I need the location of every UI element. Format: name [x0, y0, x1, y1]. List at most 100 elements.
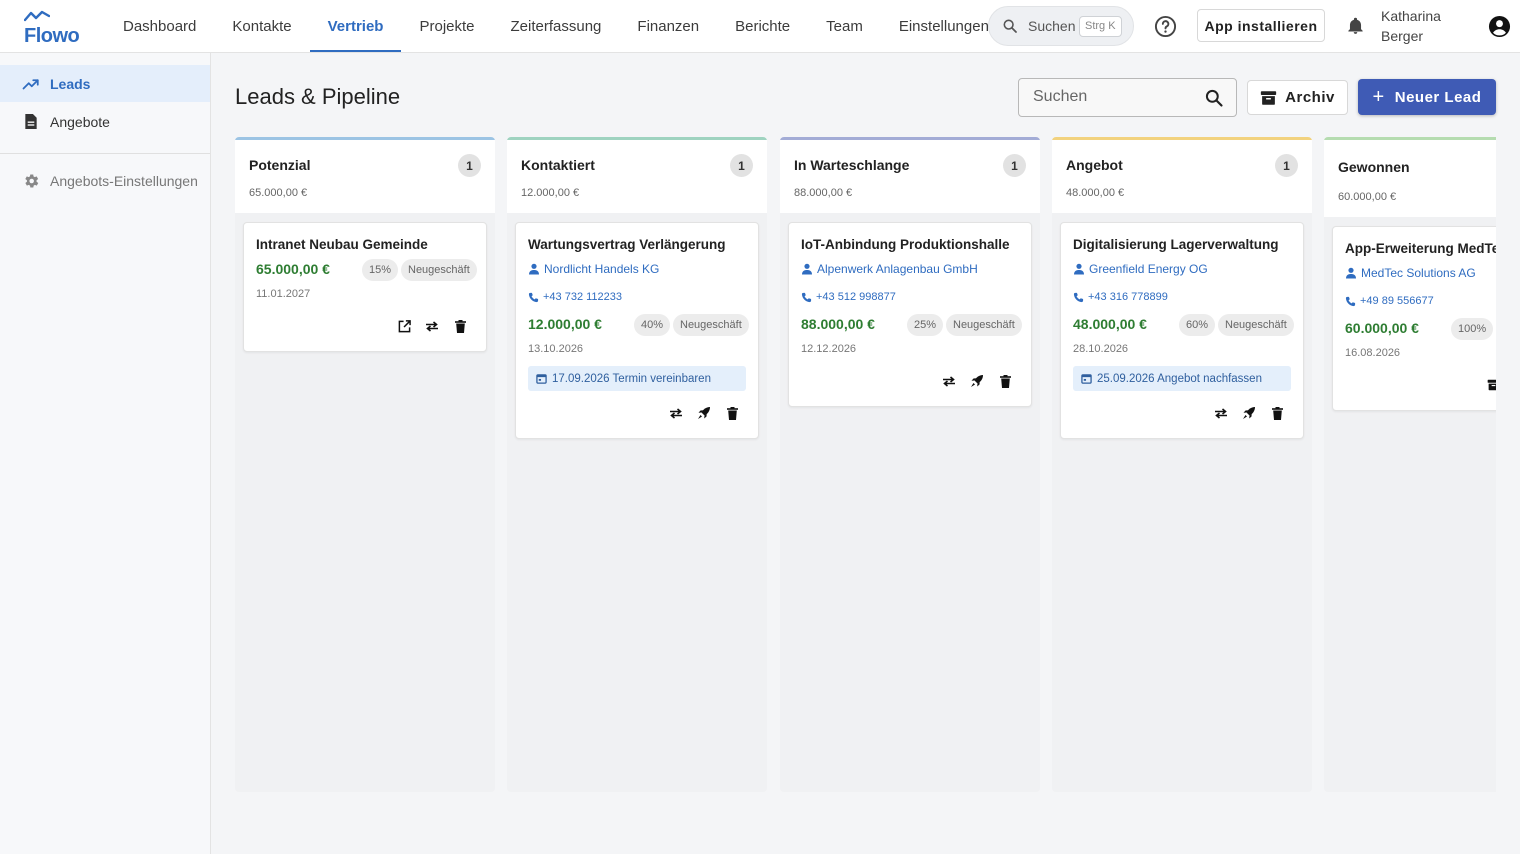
lead-search-field[interactable]	[1018, 78, 1237, 117]
column-title: Gewonnen	[1338, 159, 1410, 175]
user-last-name: Berger	[1381, 28, 1424, 44]
lead-search-input[interactable]	[1033, 88, 1193, 106]
nav-berichte[interactable]: Berichte	[717, 0, 808, 52]
lead-contact-link[interactable]: Alpenwerk Anlagenbau GmbH	[801, 262, 978, 276]
lead-title: App-Erweiterung MedTec	[1345, 241, 1496, 256]
calendar-icon	[1081, 374, 1092, 384]
sidebar-item-angebote[interactable]: Angebote	[0, 103, 210, 140]
help-circle-icon[interactable]	[1154, 15, 1177, 38]
lead-phone-number: +49 89 556677	[1360, 295, 1434, 307]
nav-vertrieb[interactable]: Vertrieb	[309, 0, 402, 52]
lead-value: 60.000,00 €	[1345, 320, 1419, 336]
install-app-button[interactable]: App installieren	[1197, 9, 1325, 42]
user-name[interactable]: Katharina Berger	[1381, 6, 1461, 46]
lead-value: 48.000,00 €	[1073, 316, 1147, 332]
column-title: Angebot	[1066, 157, 1123, 173]
rocket-icon[interactable]	[696, 405, 712, 421]
lead-card[interactable]: Wartungsvertrag Verlängerung Nordlicht H…	[515, 222, 759, 439]
new-lead-button-label: Neuer Lead	[1394, 88, 1482, 106]
lead-value: 12.000,00 €	[528, 316, 602, 332]
column-header: Kontaktiert 1 12.000,00 €	[507, 137, 767, 213]
lead-contact-name: Greenfield Energy OG	[1089, 262, 1208, 276]
lead-phone-link[interactable]: +43 512 998877	[801, 291, 896, 303]
swap-icon[interactable]	[424, 318, 440, 334]
logo-text: Flowo	[24, 25, 80, 47]
swap-icon[interactable]	[1213, 405, 1229, 421]
pipeline-column-potenzial: Potenzial 1 65.000,00 € Intranet Neubau …	[235, 137, 495, 792]
probability-chip: 15%	[362, 259, 399, 281]
lead-value: 65.000,00 €	[256, 261, 330, 277]
lead-contact-link[interactable]: MedTec Solutions AG	[1345, 266, 1476, 280]
lead-value-row: 88.000,00 € 25% Neugeschäft	[801, 314, 1023, 336]
column-header: Angebot 1 48.000,00 €	[1052, 137, 1312, 213]
column-header: Potenzial 1 65.000,00 €	[235, 137, 495, 213]
swap-icon[interactable]	[941, 373, 957, 389]
lead-actions	[1473, 377, 1496, 393]
sidebar-item-label: Angebots-Einstellungen	[50, 172, 198, 189]
nav-projekte[interactable]: Projekte	[401, 0, 492, 52]
column-sum: 65.000,00 €	[249, 187, 308, 199]
search-icon[interactable]	[1204, 88, 1224, 108]
nav-zeiterfassung[interactable]: Zeiterfassung	[493, 0, 620, 52]
delete-icon[interactable]	[724, 405, 740, 421]
nav-kontakte[interactable]: Kontakte	[214, 0, 309, 52]
global-search-label: Suchen	[1028, 18, 1076, 34]
rocket-icon[interactable]	[1241, 405, 1257, 421]
nav-dashboard[interactable]: Dashboard	[105, 0, 214, 52]
lead-value: 88.000,00 €	[801, 316, 875, 332]
lead-contact-link[interactable]: Greenfield Energy OG	[1073, 262, 1208, 276]
global-search-button[interactable]: Suchen Strg K	[988, 6, 1134, 46]
delete-icon[interactable]	[997, 373, 1013, 389]
person-icon	[529, 263, 539, 275]
open-external-icon[interactable]	[396, 318, 412, 334]
swap-icon[interactable]	[668, 405, 684, 421]
column-header: Gewonnen 60.000,00 €	[1324, 137, 1496, 217]
bell-icon[interactable]	[1346, 16, 1365, 36]
account-circle-icon[interactable]	[1488, 15, 1511, 38]
lead-task[interactable]: 25.09.2026 Angebot nachfassen	[1073, 366, 1291, 391]
top-bar: Flowo Dashboard Kontakte Vertrieb Projek…	[0, 0, 1520, 53]
archive-button-label: Archiv	[1285, 89, 1335, 106]
lead-phone-link[interactable]: +43 316 778899	[1073, 291, 1168, 303]
lead-date: 16.08.2026	[1345, 347, 1401, 359]
lead-phone-number: +43 732 112233	[543, 291, 623, 303]
sidebar-item-leads[interactable]: Leads	[0, 65, 210, 102]
user-first-name: Katharina	[1381, 8, 1441, 24]
column-sum: 88.000,00 €	[794, 187, 853, 199]
phone-icon	[1345, 296, 1356, 306]
archive-icon[interactable]	[1485, 377, 1496, 393]
lead-title: Digitalisierung Lagerverwaltung	[1073, 237, 1279, 252]
new-lead-button[interactable]: + Neuer Lead	[1358, 79, 1496, 115]
lead-task[interactable]: 17.09.2026 Termin vereinbaren	[528, 366, 746, 391]
lead-phone-link[interactable]: +49 89 556677	[1345, 295, 1434, 307]
column-title: In Warteschlange	[794, 157, 910, 173]
rocket-icon[interactable]	[969, 373, 985, 389]
lead-actions	[656, 405, 740, 421]
lead-date: 28.10.2026	[1073, 343, 1129, 355]
app-logo[interactable]: Flowo	[22, 10, 82, 47]
lead-phone-link[interactable]: +43 732 112233	[528, 291, 622, 303]
nav-team[interactable]: Team	[808, 0, 881, 52]
column-header: In Warteschlange 1 88.000,00 €	[780, 137, 1040, 213]
main-nav: Dashboard Kontakte Vertrieb Projekte Zei…	[105, 0, 1007, 52]
lead-contact-link[interactable]: Nordlicht Handels KG	[528, 262, 659, 276]
calendar-icon	[536, 374, 547, 384]
lead-contact-name: Alpenwerk Anlagenbau GmbH	[817, 262, 978, 276]
phone-icon	[1073, 292, 1084, 302]
lead-date: 12.12.2026	[801, 343, 857, 355]
delete-icon[interactable]	[452, 318, 468, 334]
pipeline-column-in-warteschlange: In Warteschlange 1 88.000,00 € IoT-Anbin…	[780, 137, 1040, 792]
lead-phone-number: +43 316 778899	[1088, 291, 1168, 303]
lead-phone-number: +43 512 998877	[816, 291, 896, 303]
archive-button[interactable]: Archiv	[1247, 80, 1348, 115]
lead-card[interactable]: App-Erweiterung MedTec MedTec Solutions …	[1332, 226, 1496, 411]
lead-task-text: 25.09.2026 Angebot nachfassen	[1097, 372, 1262, 385]
probability-chip: 40%	[634, 314, 671, 336]
lead-card[interactable]: Intranet Neubau Gemeinde 65.000,00 € 15%…	[243, 222, 487, 352]
delete-icon[interactable]	[1269, 405, 1285, 421]
lead-card[interactable]: IoT-Anbindung Produktionshalle Alpenwerk…	[788, 222, 1032, 407]
sidebar-item-angebots-einstellungen[interactable]: Angebots-Einstellungen	[0, 162, 210, 199]
nav-finanzen[interactable]: Finanzen	[619, 0, 717, 52]
search-shortcut-hint: Strg K	[1079, 16, 1122, 37]
lead-card[interactable]: Digitalisierung Lagerverwaltung Greenfie…	[1060, 222, 1304, 439]
